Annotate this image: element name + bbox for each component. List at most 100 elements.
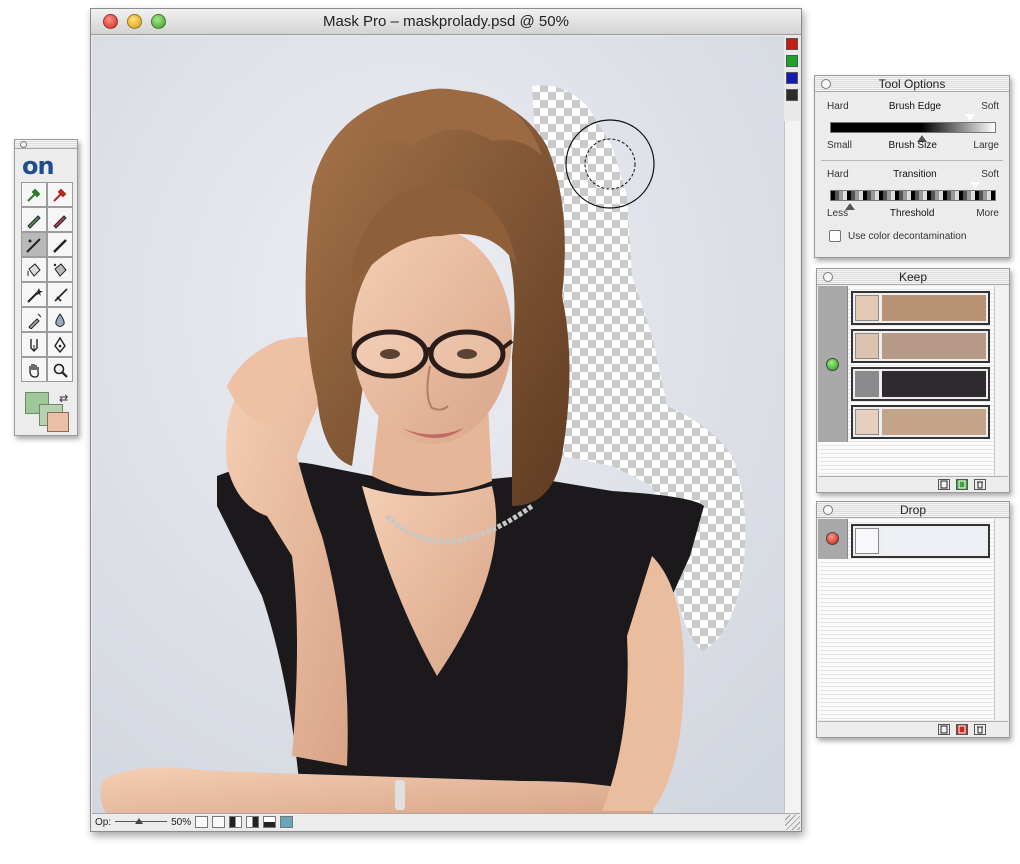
keep-palette-footer xyxy=(818,476,1008,491)
resize-grip-icon[interactable] xyxy=(785,815,800,830)
view-mode-white-button[interactable] xyxy=(212,816,226,828)
swap-colors-icon[interactable]: ⇄ xyxy=(59,392,68,405)
channel-chip-3[interactable] xyxy=(786,89,798,101)
drop-palette-titlebar[interactable]: Drop xyxy=(817,502,1009,518)
drop-scrollbar[interactable] xyxy=(994,519,1008,720)
keep-color-thumbnail xyxy=(855,333,879,359)
keep-scrollbar[interactable] xyxy=(994,286,1008,475)
keep-color-thumbnail xyxy=(855,371,879,397)
keep-active-column[interactable] xyxy=(818,286,848,442)
channel-chips xyxy=(785,38,799,106)
chisel-icon xyxy=(54,287,68,302)
tools-palette-titlebar[interactable] xyxy=(15,140,77,149)
keep-delete-button[interactable] xyxy=(974,478,986,490)
tool-button-chisel[interactable] xyxy=(47,282,73,307)
onone-logo: on xyxy=(22,152,55,180)
drop-new-color-button[interactable] xyxy=(938,723,950,735)
threshold-labels: Less Threshold More xyxy=(827,208,999,219)
window-title: Mask Pro – maskprolady.psd @ 50% xyxy=(323,13,569,30)
tool-button-magic-brush[interactable] xyxy=(21,232,47,257)
brush-edge-labels: Hard Brush Edge Soft xyxy=(827,101,999,112)
close-icon[interactable] xyxy=(20,141,27,148)
view-mode-color-button[interactable] xyxy=(280,816,294,828)
keep-color-bar xyxy=(882,409,986,435)
pen-icon xyxy=(30,338,38,352)
minimize-window-button[interactable] xyxy=(127,14,142,29)
brush-edge-slider-thumb[interactable] xyxy=(965,113,975,121)
threshold-label: Threshold xyxy=(889,208,935,219)
tool-button-zoom[interactable] xyxy=(47,357,73,382)
add-color-icon xyxy=(958,725,966,733)
image-canvas[interactable] xyxy=(92,36,784,814)
tool-button-keep-highlighter[interactable] xyxy=(21,207,47,232)
transition-slider-thumb[interactable] xyxy=(970,181,980,189)
tool-button-pen[interactable] xyxy=(21,332,47,357)
vertical-scrollbar[interactable] xyxy=(784,121,800,813)
view-mode-original-button[interactable] xyxy=(195,816,209,828)
tool-button-pen-tool[interactable] xyxy=(47,332,73,357)
keep-add-color-button[interactable] xyxy=(956,478,968,490)
color-decontamination-option[interactable]: Use color decontamination xyxy=(829,230,966,242)
keep-color-row[interactable] xyxy=(851,367,990,401)
tool-button-magic-bucket[interactable] xyxy=(47,257,73,282)
drop-delete-button[interactable] xyxy=(974,723,986,735)
window-titlebar[interactable]: Mask Pro – maskprolady.psd @ 50% xyxy=(91,9,801,35)
drop-color-row[interactable] xyxy=(851,524,990,558)
color-decontamination-checkbox[interactable] xyxy=(829,230,841,242)
tool-button-bucket-fill[interactable] xyxy=(21,257,47,282)
brush-size-left-label: Small xyxy=(827,140,853,151)
drop-add-color-button[interactable] xyxy=(956,723,968,735)
view-mode-mask-button[interactable] xyxy=(229,816,243,828)
tool-button-keep-eyedropper[interactable] xyxy=(21,182,47,207)
keep-new-color-button[interactable] xyxy=(938,478,950,490)
brush-edge-label: Brush Edge xyxy=(888,101,942,112)
drop-palette-title: Drop xyxy=(899,503,926,517)
keep-color-thumbnail xyxy=(855,409,879,435)
zoom-window-button[interactable] xyxy=(151,14,166,29)
close-window-button[interactable] xyxy=(103,14,118,29)
channel-chip-0[interactable] xyxy=(786,38,798,50)
close-icon[interactable] xyxy=(823,272,833,282)
drop-palette-footer xyxy=(818,721,1008,736)
keep-color-row[interactable] xyxy=(851,329,990,363)
view-mode-split-button[interactable] xyxy=(263,816,277,828)
zoom-level: 50% xyxy=(171,816,192,828)
drop-palette: Drop xyxy=(816,501,1010,738)
view-mode-black-button[interactable] xyxy=(246,816,260,828)
tool-button-hand[interactable] xyxy=(21,357,47,382)
drop-active-indicator-icon[interactable] xyxy=(826,532,839,545)
tools-palette: on ⇄ xyxy=(14,139,78,436)
drop-highlighter-icon xyxy=(53,214,67,229)
pen-tool-icon xyxy=(54,336,66,353)
portrait-photo xyxy=(92,36,784,814)
opacity-slider[interactable] xyxy=(115,818,168,826)
tool-button-magic-wand[interactable] xyxy=(21,282,47,307)
channel-chip-2[interactable] xyxy=(786,72,798,84)
magic-wand-icon xyxy=(27,287,43,303)
keep-palette-titlebar[interactable]: Keep xyxy=(817,269,1009,285)
keep-active-indicator-icon[interactable] xyxy=(826,358,839,371)
tool-button-drop-highlighter[interactable] xyxy=(47,207,73,232)
brush-size-labels: Small Brush Size Large xyxy=(827,140,999,151)
tool-options-titlebar[interactable]: Tool Options xyxy=(815,76,1009,92)
opacity-slider-thumb[interactable] xyxy=(135,818,144,824)
transition-labels: Hard Transition Soft xyxy=(827,169,999,180)
drop-color-swatch[interactable] xyxy=(47,412,69,432)
tool-button-brush[interactable] xyxy=(47,232,73,257)
trash-icon xyxy=(977,481,983,488)
keep-color-row[interactable] xyxy=(851,291,990,325)
tool-button-drop-eyedropper[interactable] xyxy=(47,182,73,207)
brush-size-label: Brush Size xyxy=(888,140,937,151)
close-icon[interactable] xyxy=(823,505,833,515)
tool-button-blur[interactable] xyxy=(47,307,73,332)
trash-icon xyxy=(977,726,983,733)
drop-active-column[interactable] xyxy=(818,519,848,559)
tool-button-magic-pen[interactable] xyxy=(21,307,47,332)
keep-color-row[interactable] xyxy=(851,405,990,439)
keep-palette: Keep xyxy=(816,268,1010,493)
transition-slider[interactable] xyxy=(830,190,996,201)
color-swatches[interactable]: ⇄ xyxy=(25,392,71,432)
close-icon[interactable] xyxy=(821,79,831,89)
brush-edge-slider[interactable] xyxy=(830,122,996,133)
channel-chip-1[interactable] xyxy=(786,55,798,67)
